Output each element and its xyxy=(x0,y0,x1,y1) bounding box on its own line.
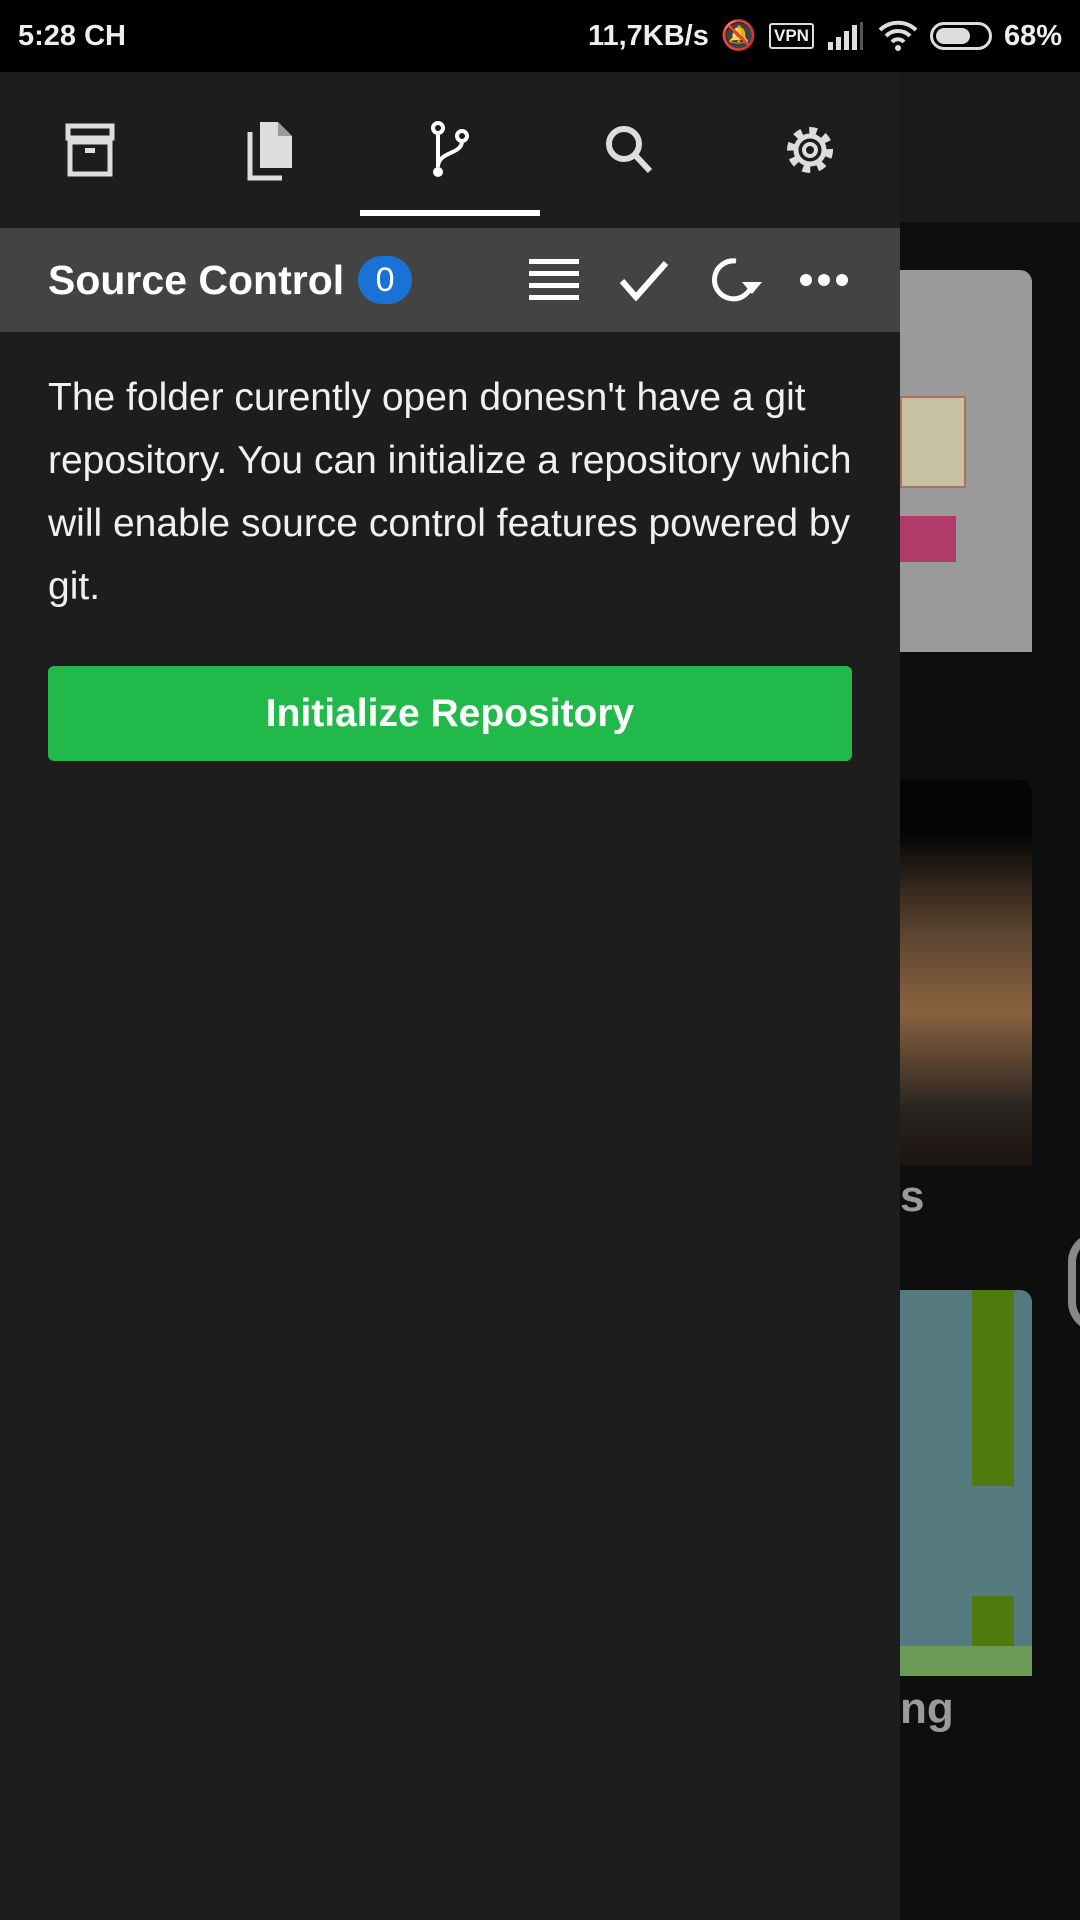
battery-icon xyxy=(929,22,992,50)
source-control-header: Source Control 0 xyxy=(0,228,900,332)
tab-search[interactable] xyxy=(540,72,720,228)
tab-archive[interactable] xyxy=(0,72,180,228)
git-branch-icon xyxy=(431,121,469,177)
tab-bar xyxy=(0,72,900,228)
files-icon xyxy=(247,122,292,181)
commit-button[interactable] xyxy=(616,252,672,308)
list-icon xyxy=(529,259,579,300)
project-card-thumbnail xyxy=(900,270,1032,652)
network-speed: 11,7KB/s xyxy=(587,19,709,52)
archive-icon xyxy=(65,123,115,177)
background-app-content: s ng xyxy=(900,72,1080,1920)
project-card-label: ng xyxy=(900,1684,954,1733)
more-icon xyxy=(800,274,848,286)
wifi-icon xyxy=(878,20,918,51)
settings-icon xyxy=(787,127,833,173)
initialize-repository-button[interactable]: Initialize Repository xyxy=(48,666,852,761)
more-button[interactable] xyxy=(796,252,852,308)
panel-title: Source Control xyxy=(48,256,345,303)
search-icon xyxy=(606,126,653,174)
clock: 5:28 CH xyxy=(18,19,126,52)
tab-settings[interactable] xyxy=(720,72,900,228)
signal-icon xyxy=(827,22,863,50)
bell-off-icon: 🔕 xyxy=(720,20,757,52)
changes-count-badge: 0 xyxy=(358,256,413,304)
no-repository-message: The folder curently open donesn't have a… xyxy=(48,376,852,608)
project-card-thumbnail xyxy=(900,1290,1032,1676)
list-view-button[interactable] xyxy=(526,252,582,308)
project-card-label: s xyxy=(900,1172,925,1221)
refresh-icon xyxy=(711,258,762,302)
refresh-button[interactable] xyxy=(706,252,762,308)
project-card-thumbnail xyxy=(900,780,1032,1166)
tab-files[interactable] xyxy=(180,72,360,228)
battery-percent: 68% xyxy=(1003,19,1062,52)
vpn-icon: VPN xyxy=(768,23,814,49)
check-icon xyxy=(619,261,669,301)
side-drawer: Source Control 0 The folder curently ope… xyxy=(0,72,900,1920)
tab-source-control[interactable] xyxy=(360,72,540,228)
drawer-handle[interactable] xyxy=(1068,1232,1080,1332)
status-bar: 5:28 CH 11,7KB/s 🔕 VPN 68% xyxy=(0,0,1080,72)
